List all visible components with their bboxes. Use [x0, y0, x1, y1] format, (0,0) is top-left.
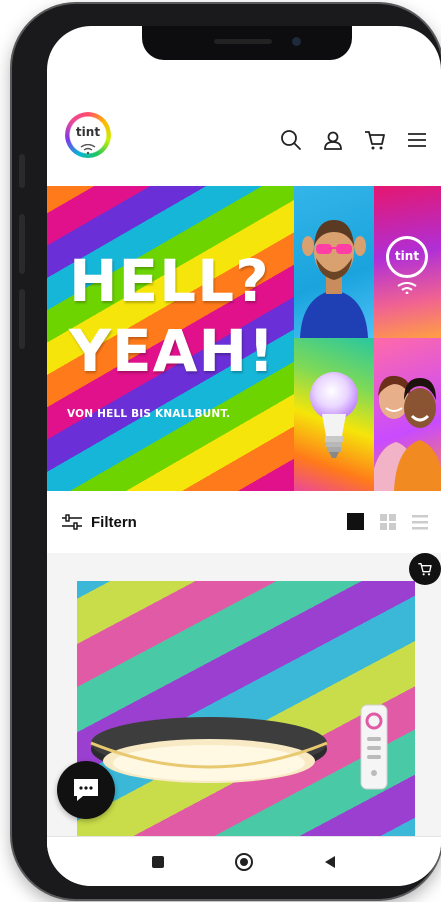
filter-button[interactable]: Filtern [61, 509, 137, 535]
square-icon [152, 856, 164, 868]
chat-button[interactable] [57, 761, 115, 819]
wifi-icon [80, 144, 96, 154]
ceiling-lamp-illustration [90, 704, 388, 790]
volume-up-button [19, 214, 25, 274]
wifi-icon [397, 282, 417, 294]
mute-switch [19, 154, 25, 188]
hero-headline-line2: YEAH! [69, 317, 276, 385]
hero-banner[interactable]: HELL? YEAH! VON HELL BIS KNALLBUNT. tint [47, 186, 441, 491]
recents-button[interactable] [147, 851, 169, 873]
cart-icon [418, 563, 432, 576]
product-toolbar: Filtern [47, 491, 441, 553]
back-button[interactable] [319, 851, 341, 873]
home-button[interactable] [233, 851, 255, 873]
hero-tile-couple-photo [374, 338, 441, 491]
cart-icon[interactable] [363, 128, 387, 152]
filter-label: Filtern [91, 513, 137, 531]
site-header: tint [47, 96, 441, 186]
view-list-icon[interactable] [411, 513, 429, 531]
volume-down-button [19, 289, 25, 349]
speaker [214, 39, 272, 44]
view-grid-icon[interactable] [379, 513, 397, 531]
hero-headline-line1: HELL? [69, 247, 270, 315]
back-triangle-icon [325, 856, 335, 868]
filter-sliders-icon [62, 514, 82, 530]
screen: tint HELL? YEAH! VON HELL BIS KNALLBUNT.… [47, 26, 441, 886]
logo-text: tint [75, 125, 101, 139]
hero-tile-man-photo [294, 186, 374, 338]
product-image[interactable] [77, 581, 415, 863]
hero-subline: VON HELL BIS KNALLBUNT. [67, 408, 231, 420]
hero-tile-logo: tint [374, 186, 441, 338]
product-card[interactable] [47, 553, 441, 863]
search-icon[interactable] [279, 128, 303, 152]
view-large-grid-icon[interactable] [347, 513, 365, 531]
account-icon[interactable] [321, 128, 345, 152]
hero-tile-logo-text: tint [394, 249, 420, 263]
phone-frame: tint HELL? YEAH! VON HELL BIS KNALLBUNT.… [12, 4, 441, 899]
circle-icon [235, 853, 253, 871]
hero-headline: HELL? YEAH! [69, 246, 276, 386]
chat-bubble-icon [74, 779, 98, 801]
menu-icon[interactable] [405, 128, 429, 152]
notch [142, 26, 352, 60]
couple-illustration [374, 375, 441, 491]
system-nav-bar [47, 836, 441, 886]
quick-add-to-cart-button[interactable] [409, 553, 441, 585]
front-camera [292, 37, 301, 46]
bulb-icon [310, 372, 358, 458]
tint-logo[interactable]: tint [65, 112, 111, 158]
man-illustration [300, 220, 368, 338]
hero-tile-bulb [294, 338, 374, 491]
hero-stripes: HELL? YEAH! VON HELL BIS KNALLBUNT. [47, 186, 294, 491]
